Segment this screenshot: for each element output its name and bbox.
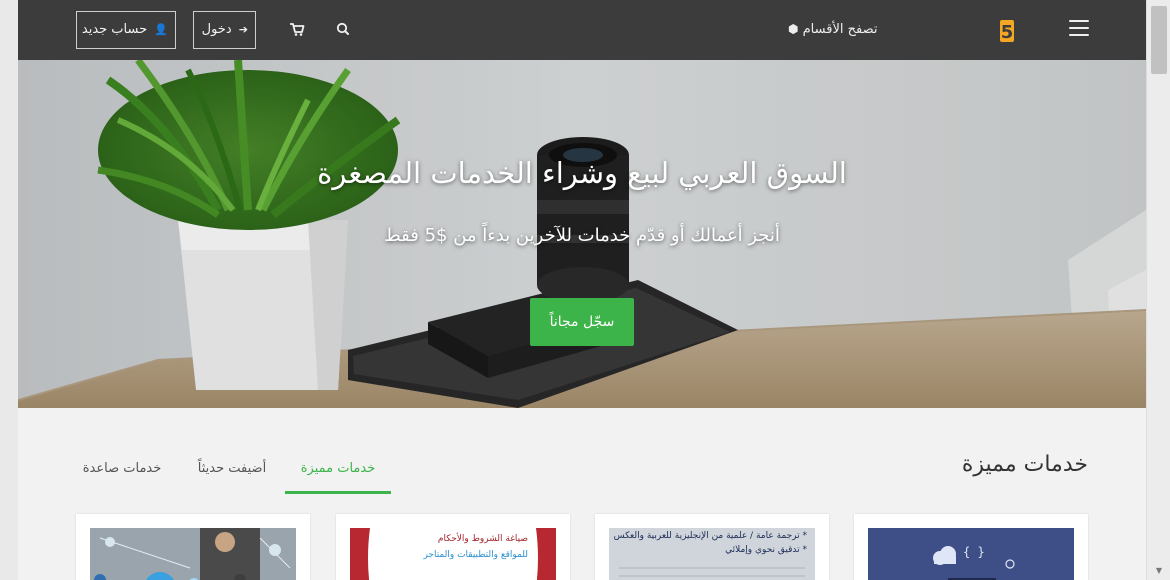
thumbnail-line: صياغة الشروط والأحكام xyxy=(437,534,528,544)
login-button[interactable]: ➔ دخول xyxy=(193,11,256,49)
search-icon[interactable] xyxy=(334,20,352,38)
svg-text:خمسات: خمسات xyxy=(1042,13,1043,53)
login-label: دخول xyxy=(201,22,232,37)
thumbnail-line: * تدقيق نحوي وإملائي xyxy=(725,545,807,555)
service-card[interactable] xyxy=(76,514,310,580)
service-card[interactable]: صياغة الشروط والأحكام للمواقع والتطبيقات… xyxy=(336,514,570,580)
service-card[interactable]: * ترجمة عامة / علمية من الإنجليزية للعرب… xyxy=(595,514,829,580)
hero-title: السوق العربي لبيع وشراء الخدمات المصغرة xyxy=(317,156,847,190)
hero-subtitle: أنجز أعمالك أو قدّم خدمات للآخرين بدءاً … xyxy=(384,225,780,246)
service-thumbnail: * ترجمة عامة / علمية من الإنجليزية للعرب… xyxy=(609,528,815,580)
hamburger-icon[interactable] xyxy=(1069,20,1089,40)
tab-recently-added[interactable]: أضيفت حديثاً xyxy=(187,452,277,494)
thumbnail-line: * ترجمة عامة / علمية من الإنجليزية للعرب… xyxy=(613,531,807,541)
scrollbar-thumb[interactable] xyxy=(1151,6,1167,74)
browser-viewport: خمسات 5 ⬢ تصفح الأقسام ➔ دخول xyxy=(0,0,1146,580)
cubes-icon: ⬢ xyxy=(788,22,799,36)
featured-services-heading: خدمات مميزة xyxy=(961,452,1088,477)
browse-categories-link[interactable]: ⬢ تصفح الأقسام xyxy=(784,22,877,37)
service-thumbnail: { } xyxy=(868,528,1074,580)
scroll-down-arrow-icon[interactable]: ▼ xyxy=(1147,564,1170,578)
sign-in-icon: ➔ xyxy=(238,23,248,36)
register-label: حساب جديد xyxy=(81,22,148,37)
browse-categories-label: تصفح الأقسام xyxy=(802,22,878,37)
tab-featured-services[interactable]: خدمات مميزة xyxy=(285,452,391,494)
svg-text:{ }: { } xyxy=(963,545,985,559)
page: خمسات 5 ⬢ تصفح الأقسام ➔ دخول xyxy=(18,0,1146,580)
cart-icon[interactable] xyxy=(288,20,306,38)
tab-rising-services[interactable]: خدمات صاعدة xyxy=(76,452,168,494)
service-card[interactable]: { } xyxy=(854,514,1088,580)
thumbnail-line: للمواقع والتطبيقات والمتاجر xyxy=(423,550,528,560)
vertical-scrollbar[interactable]: ▼ xyxy=(1146,0,1170,580)
service-thumbnail xyxy=(90,528,296,580)
svg-text:5: 5 xyxy=(1001,22,1014,43)
hero-banner: السوق العربي لبيع وشراء الخدمات المصغرة … xyxy=(18,60,1146,408)
signup-free-button[interactable]: سجّل مجاناً xyxy=(530,298,634,346)
top-navbar: خمسات 5 ⬢ تصفح الأقسام ➔ دخول xyxy=(18,0,1146,60)
service-thumbnail: صياغة الشروط والأحكام للمواقع والتطبيقات… xyxy=(350,528,556,580)
user-plus-icon: 👤 xyxy=(154,23,168,36)
khamsat-logo[interactable]: خمسات 5 xyxy=(908,6,1043,54)
register-button[interactable]: 👤 حساب جديد xyxy=(76,11,176,49)
